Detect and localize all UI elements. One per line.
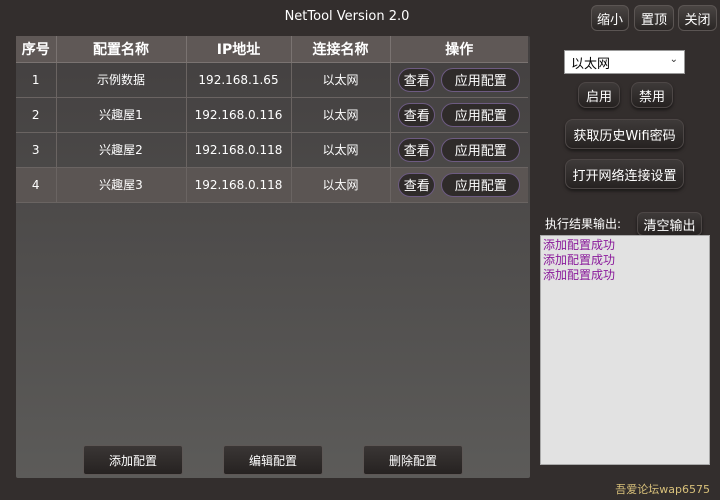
cell-actions: 查看 应用配置 — [390, 62, 528, 98]
watermark-text: 吾爱论坛wap6575 — [615, 483, 710, 496]
table-row[interactable]: 2 兴趣屋1 192.168.0.116 以太网 查看 应用配置 — [16, 97, 528, 133]
cell-ip: 192.168.1.65 — [186, 62, 292, 98]
output-label: 执行结果输出: — [545, 217, 622, 231]
minimize-button[interactable]: 缩小 — [591, 5, 629, 31]
add-config-button[interactable]: 添加配置 — [83, 445, 183, 475]
app-window: NetTool Version 2.0 缩小 置顶 关闭 序号 配置名称 IP地… — [0, 0, 720, 500]
adapter-select-value: 以太网 — [571, 56, 611, 72]
cell-name: 兴趣屋1 — [56, 97, 187, 133]
view-button[interactable]: 查看 — [398, 172, 436, 197]
table-row[interactable]: 3 兴趣屋2 192.168.0.118 以太网 查看 应用配置 — [16, 132, 528, 168]
apply-config-button[interactable]: 应用配置 — [441, 172, 521, 197]
view-button[interactable]: 查看 — [398, 137, 436, 162]
header-index: 序号 — [16, 36, 57, 63]
table-row-selected[interactable]: 4 兴趣屋3 192.168.0.118 以太网 查看 应用配置 — [16, 167, 528, 203]
cell-connection: 以太网 — [291, 132, 391, 168]
delete-config-button[interactable]: 删除配置 — [363, 445, 463, 475]
edit-config-button[interactable]: 编辑配置 — [223, 445, 323, 475]
close-button[interactable]: 关闭 — [678, 5, 717, 31]
output-line: 添加配置成功 — [543, 238, 616, 252]
clear-output-button[interactable]: 清空输出 — [637, 212, 702, 236]
config-panel: 序号 配置名称 IP地址 连接名称 操作 1 示例数据 192.168.1.65… — [16, 36, 530, 478]
cell-actions: 查看 应用配置 — [390, 97, 528, 133]
header-actions: 操作 — [390, 36, 528, 63]
config-table: 序号 配置名称 IP地址 连接名称 操作 1 示例数据 192.168.1.65… — [16, 36, 528, 203]
cell-actions: 查看 应用配置 — [390, 167, 528, 203]
header-name: 配置名称 — [56, 36, 187, 63]
cell-name: 兴趣屋3 — [56, 167, 187, 203]
cell-connection: 以太网 — [291, 62, 391, 98]
cell-index: 3 — [16, 132, 57, 168]
disable-button[interactable]: 禁用 — [631, 82, 673, 108]
get-wifi-password-button[interactable]: 获取历史Wifi密码 — [565, 119, 684, 149]
pin-top-button[interactable]: 置顶 — [634, 5, 674, 31]
cell-connection: 以太网 — [291, 97, 391, 133]
apply-config-button[interactable]: 应用配置 — [441, 102, 521, 127]
cell-name: 示例数据 — [56, 62, 187, 98]
cell-index: 4 — [16, 167, 57, 203]
output-line: 添加配置成功 — [543, 253, 616, 267]
table-row[interactable]: 1 示例数据 192.168.1.65 以太网 查看 应用配置 — [16, 62, 528, 98]
header-connection: 连接名称 — [291, 36, 391, 63]
adapter-select[interactable]: 以太网 ⌄ — [564, 50, 685, 74]
cell-ip: 192.168.0.118 — [186, 132, 292, 168]
header-ip: IP地址 — [186, 36, 292, 63]
cell-ip: 192.168.0.118 — [186, 167, 292, 203]
enable-button[interactable]: 启用 — [578, 82, 620, 108]
cell-connection: 以太网 — [291, 167, 391, 203]
view-button[interactable]: 查看 — [398, 67, 436, 92]
apply-config-button[interactable]: 应用配置 — [441, 137, 521, 162]
cell-ip: 192.168.0.116 — [186, 97, 292, 133]
cell-name: 兴趣屋2 — [56, 132, 187, 168]
open-network-settings-button[interactable]: 打开网络连接设置 — [565, 159, 684, 189]
chevron-down-icon: ⌄ — [669, 54, 678, 65]
table-header-row: 序号 配置名称 IP地址 连接名称 操作 — [16, 36, 528, 63]
cell-actions: 查看 应用配置 — [390, 132, 528, 168]
output-textarea[interactable]: 添加配置成功 添加配置成功 添加配置成功 — [540, 235, 710, 465]
apply-config-button[interactable]: 应用配置 — [441, 67, 521, 92]
cell-index: 1 — [16, 62, 57, 98]
view-button[interactable]: 查看 — [398, 102, 436, 127]
cell-index: 2 — [16, 97, 57, 133]
output-line: 添加配置成功 — [543, 268, 616, 282]
window-title: NetTool Version 2.0 — [284, 9, 410, 24]
